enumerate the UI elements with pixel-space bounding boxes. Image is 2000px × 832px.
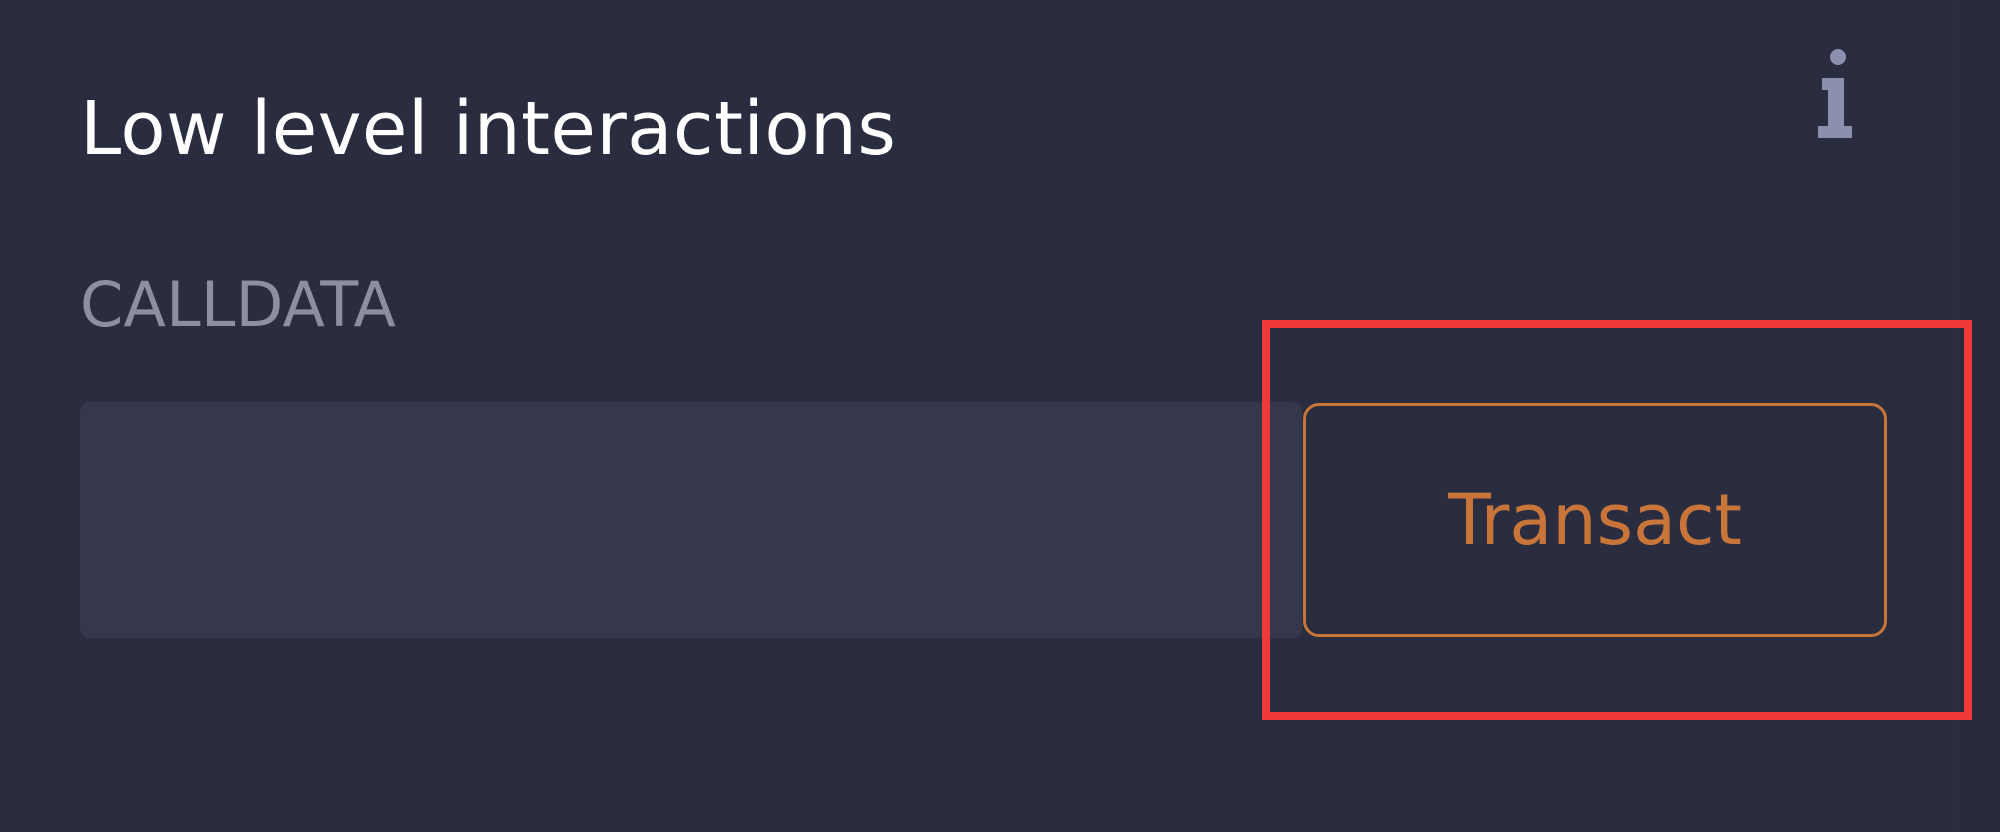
info-icon[interactable]	[1808, 48, 1864, 144]
transact-button[interactable]: Transact	[1303, 403, 1887, 637]
section-title: Low level interactions	[80, 86, 897, 172]
panel-right-edge	[1958, 0, 2000, 832]
low-level-interactions-panel: Low level interactions CALLDATA Transact	[0, 0, 2000, 832]
calldata-label: CALLDATA	[80, 268, 397, 341]
faded-footer-text	[30, 752, 1930, 832]
calldata-input[interactable]	[80, 402, 1302, 638]
